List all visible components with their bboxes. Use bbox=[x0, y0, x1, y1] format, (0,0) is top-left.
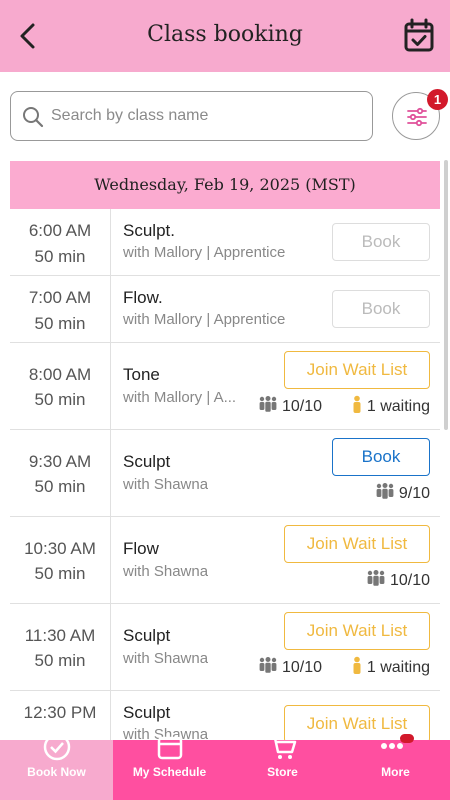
class-list: 6:00 AM 50 min Sculpt. with Mallory | Appre… bbox=[10, 209, 440, 751]
capacity-count: 10/10 bbox=[257, 656, 322, 677]
tab-book-now[interactable]: Book Now bbox=[0, 733, 113, 800]
calendar-check-icon[interactable] bbox=[404, 18, 434, 52]
class-duration: 50 min bbox=[34, 314, 86, 333]
class-name: Sculpt bbox=[123, 703, 171, 722]
row-divider bbox=[110, 517, 111, 603]
book-button[interactable]: Book bbox=[332, 438, 430, 476]
app-header: Class booking bbox=[0, 0, 450, 72]
people-icon bbox=[367, 570, 385, 586]
tab-my-schedule[interactable]: My Schedule bbox=[113, 736, 226, 800]
tab-store[interactable]: Store bbox=[226, 736, 339, 800]
join-waitlist-button[interactable]: Join Wait List bbox=[284, 351, 430, 389]
tab-label: Book Now bbox=[27, 765, 86, 779]
waiting-text: 1 waiting bbox=[366, 659, 430, 676]
calendar-icon bbox=[113, 732, 226, 762]
class-instructor: with Mallory | A... bbox=[123, 389, 237, 406]
capacity-text: 10/10 bbox=[281, 659, 322, 676]
capacity-text: 10/10 bbox=[281, 398, 322, 415]
class-time: 6:00 AM bbox=[28, 221, 92, 240]
people-icon bbox=[259, 657, 277, 673]
class-name: Sculpt bbox=[123, 452, 171, 471]
class-instructor: with Shawna bbox=[123, 650, 209, 667]
person-icon bbox=[353, 656, 361, 674]
search-input[interactable]: Search by class name bbox=[10, 91, 373, 141]
class-time: 8:00 AM bbox=[28, 365, 92, 384]
capacity-count: 9/10 bbox=[374, 482, 430, 503]
class-name: Sculpt bbox=[123, 626, 171, 645]
class-row[interactable]: 7:00 AM 50 min Flow. with Mallory | Apprent… bbox=[10, 276, 440, 343]
tab-bar: Book Now My Schedule Store More bbox=[0, 733, 450, 800]
class-duration: 50 min bbox=[34, 477, 86, 496]
book-button: Book bbox=[332, 223, 430, 261]
class-time: 10:30 AM bbox=[24, 539, 96, 558]
class-duration: 50 min bbox=[34, 651, 86, 670]
filter-count-badge: 1 bbox=[427, 89, 448, 110]
join-waitlist-button[interactable]: Join Wait List bbox=[284, 525, 430, 563]
person-icon bbox=[353, 395, 361, 413]
class-instructor: with Mallory | Apprentice bbox=[123, 311, 286, 328]
page-title: Class booking bbox=[147, 22, 303, 47]
book-button: Book bbox=[332, 290, 430, 328]
class-name: Sculpt. bbox=[123, 221, 175, 240]
scrollbar[interactable] bbox=[444, 160, 448, 430]
class-duration: 50 min bbox=[34, 390, 86, 409]
row-divider bbox=[110, 604, 111, 690]
people-icon bbox=[376, 483, 394, 499]
class-time: 12:30 PM bbox=[23, 703, 97, 722]
class-time: 11:30 AM bbox=[24, 626, 96, 645]
capacity-count: 10/10 bbox=[365, 569, 430, 590]
capacity-count: 10/10 bbox=[257, 395, 322, 416]
class-row[interactable]: 6:00 AM 50 min Sculpt. with Mallory | Appre… bbox=[10, 209, 440, 276]
cart-icon bbox=[226, 732, 339, 762]
class-row[interactable]: 9:30 AM 50 min Sculpt with Shawna Book 9/10 bbox=[10, 430, 440, 517]
class-duration: 50 min bbox=[34, 564, 86, 583]
class-duration: 50 min bbox=[34, 247, 86, 266]
class-name: Tone bbox=[123, 365, 160, 384]
class-row[interactable]: 10:30 AM 50 min Flow with Shawna Join Wait L… bbox=[10, 517, 440, 604]
sliders-icon bbox=[407, 107, 427, 127]
people-icon bbox=[259, 396, 277, 412]
tab-more[interactable]: More bbox=[339, 734, 450, 800]
class-instructor: with Shawna bbox=[123, 476, 209, 493]
search-placeholder: Search by class name bbox=[51, 107, 209, 124]
tab-label: My Schedule bbox=[132, 765, 207, 779]
search-icon bbox=[23, 107, 44, 128]
tab-label: More bbox=[381, 765, 410, 779]
date-header: Wednesday, Feb 19, 2025 (MST) bbox=[10, 161, 440, 209]
row-divider bbox=[110, 343, 111, 429]
row-divider bbox=[110, 209, 111, 275]
check-circle-icon bbox=[0, 732, 113, 762]
tab-label: Store bbox=[267, 765, 298, 779]
join-waitlist-button[interactable]: Join Wait List bbox=[284, 612, 430, 650]
class-instructor: with Mallory | Apprentice bbox=[123, 244, 286, 261]
capacity-text: 9/10 bbox=[398, 485, 430, 502]
class-name: Flow bbox=[123, 539, 159, 558]
capacity-text: 10/10 bbox=[389, 572, 430, 589]
waiting-text: 1 waiting bbox=[366, 398, 430, 415]
class-row[interactable]: 8:00 AM 50 min Tone with Mallory | A... Join… bbox=[10, 343, 440, 430]
class-instructor: with Shawna bbox=[123, 563, 209, 580]
more-icon bbox=[339, 732, 450, 762]
class-time: 9:30 AM bbox=[28, 452, 92, 471]
class-row[interactable]: 11:30 AM 50 min Sculpt with Shawna Join Wait… bbox=[10, 604, 440, 691]
waiting-count: 1 waiting bbox=[350, 395, 430, 416]
class-name: Flow. bbox=[123, 288, 163, 307]
row-divider bbox=[110, 430, 111, 516]
row-divider bbox=[110, 276, 111, 342]
class-time: 7:00 AM bbox=[28, 288, 92, 307]
waiting-count: 1 waiting bbox=[350, 656, 430, 677]
